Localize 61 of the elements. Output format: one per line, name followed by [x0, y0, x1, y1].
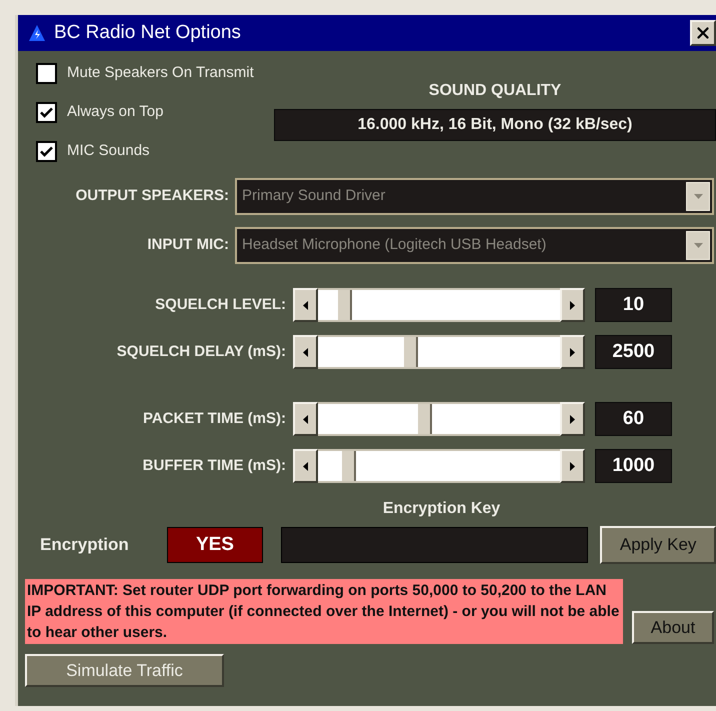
scroll-arrow-button[interactable] [293, 288, 318, 322]
scroll-arrow-button[interactable] [560, 402, 585, 436]
checkbox-label: MIC Sounds [67, 141, 150, 162]
encryption-key-label: Encryption Key [382, 499, 502, 519]
slider-value: 60 [595, 402, 672, 436]
slider-thumb[interactable] [340, 451, 356, 481]
checkbox[interactable] [36, 141, 57, 162]
scroll-arrow-button[interactable] [560, 288, 585, 322]
slider[interactable] [293, 449, 585, 483]
apply-key-button[interactable]: Apply Key [600, 526, 716, 564]
scroll-arrow-button[interactable] [293, 402, 318, 436]
slider-thumb[interactable] [402, 337, 418, 367]
port-forwarding-notice: IMPORTANT: Set router UDP port forwarding on ports 50,000 to 50,200 to the LAN IP address of this computer (if connected over the Internet) - or you will not be able to hear other users. [25, 579, 623, 644]
slider-label: SQUELCH LEVEL: [154, 294, 287, 315]
checkmark-icon [40, 146, 53, 157]
scroll-arrow-button[interactable] [560, 449, 585, 483]
scroll-arrow-button[interactable] [293, 335, 318, 369]
sound-quality-label: SOUND QUALITY [428, 81, 562, 101]
right-arrow-icon [570, 414, 575, 424]
encryption-status[interactable]: YES [167, 527, 263, 563]
slider-value: 2500 [595, 335, 672, 369]
slider-thumb[interactable] [336, 290, 352, 320]
slider-value: 1000 [595, 449, 672, 483]
slider-value: 10 [595, 288, 672, 322]
scroll-arrow-button[interactable] [560, 335, 585, 369]
left-arrow-icon [303, 300, 308, 310]
right-arrow-icon [570, 300, 575, 310]
about-button[interactable]: About [632, 611, 714, 644]
simulate-traffic-button[interactable]: Simulate Traffic [25, 654, 224, 687]
dropdown-arrow-button[interactable] [686, 182, 710, 211]
left-arrow-icon [303, 414, 308, 424]
dropdown[interactable]: Headset Microphone (Logitech USB Headset) [235, 227, 714, 264]
slider-label: PACKET TIME (mS): [142, 408, 287, 429]
slider[interactable] [293, 402, 585, 436]
left-arrow-icon [303, 348, 308, 356]
encryption-key-field[interactable] [280, 527, 588, 563]
right-arrow-icon [570, 348, 575, 356]
scroll-arrow-button[interactable] [293, 449, 318, 483]
slider-thumb[interactable] [416, 404, 432, 434]
checkbox-label: Mute Speakers On Transmit [67, 63, 254, 84]
slider-label: BUFFER TIME (mS): [142, 456, 287, 476]
caret-icon [694, 243, 702, 248]
lightning-triangle-icon [28, 24, 46, 42]
dropdown-arrow-button[interactable] [686, 231, 710, 260]
left-arrow-icon [303, 462, 308, 470]
close-button[interactable] [690, 20, 716, 46]
slider-label: SQUELCH DELAY (mS): [116, 342, 287, 362]
sound-quality-value: 16.000 kHz, 16 Bit, Mono (32 kB/sec) [274, 109, 716, 141]
slider[interactable] [293, 288, 585, 322]
dropdown-label: INPUT MIC: [146, 235, 230, 256]
dropdown[interactable]: Primary Sound Driver [235, 178, 714, 215]
dropdown-label: OUTPUT SPEAKERS: [74, 186, 230, 206]
caret-icon [694, 194, 702, 199]
checkbox-label: Always on Top [67, 102, 164, 122]
encryption-label: Encryption [39, 534, 130, 556]
window-title: BC Radio Net Options [54, 20, 242, 45]
right-arrow-icon [570, 462, 575, 470]
checkmark-icon [40, 107, 53, 118]
checkbox[interactable] [36, 63, 57, 84]
slider[interactable] [293, 335, 585, 369]
checkbox[interactable] [36, 102, 57, 123]
